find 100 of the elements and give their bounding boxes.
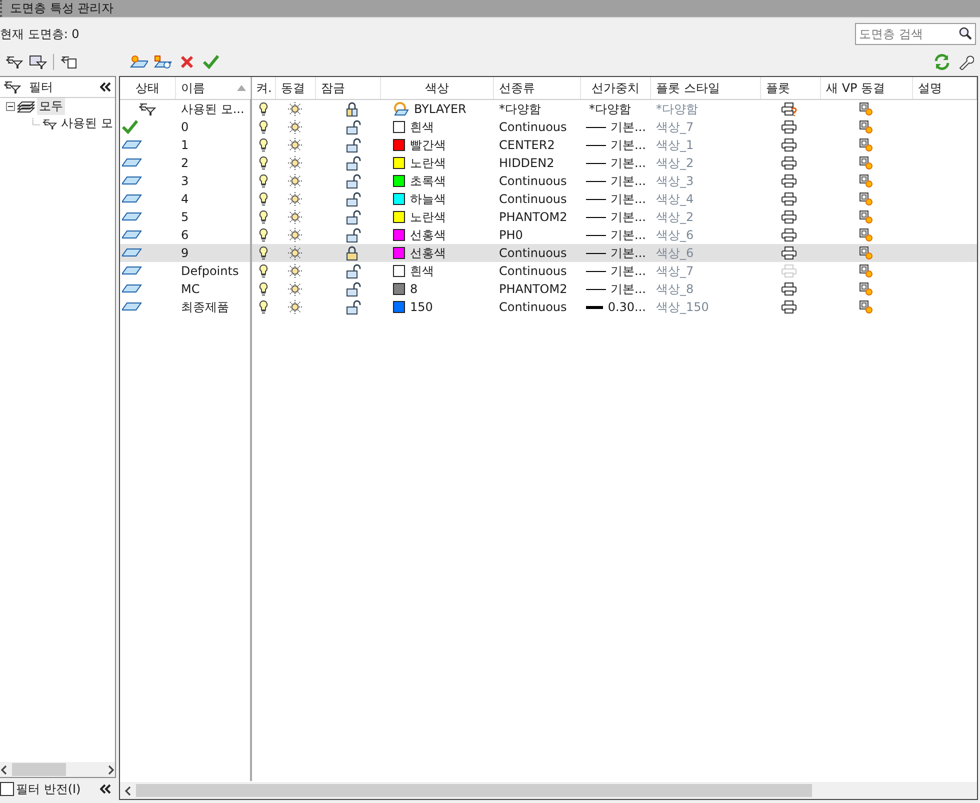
padlock-icon[interactable]	[346, 228, 362, 242]
lightbulb-icon[interactable]	[259, 300, 268, 314]
table-row[interactable]: 9 선홍색 Continuous 기본... 색상_6	[120, 244, 977, 262]
sun-icon[interactable]	[288, 210, 302, 224]
viewport-sun-icon[interactable]	[859, 228, 873, 242]
sun-icon[interactable]	[288, 156, 302, 170]
color-swatch[interactable]	[393, 265, 405, 277]
column-header[interactable]: 새 VP 동결	[821, 77, 913, 99]
tree-item[interactable]: 모두	[37, 98, 65, 115]
tree-item[interactable]: 사용된 모	[59, 115, 115, 132]
viewport-sun-icon[interactable]	[859, 192, 873, 206]
color-swatch[interactable]	[393, 193, 405, 205]
scroll-left-icon[interactable]	[0, 764, 8, 774]
color-swatch[interactable]	[393, 175, 405, 187]
lightbulb-icon[interactable]	[259, 102, 268, 116]
column-header[interactable]: 동결	[276, 77, 316, 99]
sun-icon[interactable]	[288, 264, 302, 278]
scroll-left-icon[interactable]	[124, 786, 132, 796]
viewport-sun-icon[interactable]	[859, 156, 873, 170]
lightbulb-icon[interactable]	[259, 174, 268, 188]
search-icon[interactable]	[959, 27, 972, 40]
scrollbar-thumb[interactable]	[12, 763, 66, 776]
color-swatch[interactable]	[393, 211, 405, 223]
column-header[interactable]: 상태	[120, 77, 176, 99]
printer-icon[interactable]	[781, 156, 797, 170]
padlock-icon[interactable]	[346, 174, 362, 188]
lightbulb-icon[interactable]	[259, 156, 268, 170]
column-header[interactable]: 플롯	[761, 77, 821, 99]
printer-icon[interactable]	[781, 300, 797, 314]
padlock-icon[interactable]	[346, 300, 362, 314]
sun-icon[interactable]	[288, 120, 302, 134]
padlock-icon[interactable]	[346, 264, 362, 278]
printer-icon[interactable]	[781, 228, 797, 242]
table-row[interactable]: 2 노란색 HIDDEN2 기본... 색상_2	[120, 154, 977, 172]
lightbulb-icon[interactable]	[259, 210, 268, 224]
collapse-icon[interactable]	[100, 82, 112, 92]
table-row[interactable]: 0 흰색 Continuous 기본... 색상_7	[120, 118, 977, 136]
table-row[interactable]: 최종제품 150 Continuous 0.30... 색상_150	[120, 298, 977, 316]
collapse-node-icon[interactable]	[6, 102, 15, 111]
padlock-icon[interactable]	[346, 282, 362, 296]
color-swatch[interactable]	[393, 283, 405, 295]
color-swatch[interactable]	[393, 301, 405, 313]
lightbulb-icon[interactable]	[259, 228, 268, 242]
invert-filter-checkbox[interactable]	[0, 782, 14, 796]
printer-icon[interactable]	[781, 282, 797, 296]
padlock-icon[interactable]	[346, 138, 362, 152]
table-row[interactable]: Defpoints 흰색 Continuous 기본... 색상_7	[120, 262, 977, 280]
table-row[interactable]: 6 선홍색 PH0 기본... 색상_6	[120, 226, 977, 244]
color-swatch[interactable]	[393, 121, 405, 133]
viewport-sun-icon[interactable]	[859, 210, 873, 224]
lightbulb-icon[interactable]	[259, 120, 268, 134]
printer-icon[interactable]	[781, 210, 797, 224]
color-swatch[interactable]	[393, 157, 405, 169]
sun-icon[interactable]	[288, 138, 302, 152]
viewport-sun-icon[interactable]	[859, 120, 873, 134]
set-current-button[interactable]	[201, 52, 221, 72]
column-header[interactable]: 잠금	[316, 77, 381, 99]
table-row[interactable]: 4 하늘색 Continuous 기본... 색상_4	[120, 190, 977, 208]
viewport-sun-icon[interactable]	[859, 264, 873, 278]
sun-icon[interactable]	[288, 282, 302, 296]
lightbulb-icon[interactable]	[259, 192, 268, 206]
viewport-sun-icon[interactable]	[859, 282, 873, 296]
printer-icon[interactable]	[781, 138, 797, 152]
sun-icon[interactable]	[288, 300, 302, 314]
sun-icon[interactable]	[288, 192, 302, 206]
printer-icon[interactable]	[781, 174, 797, 188]
printer-icon[interactable]	[781, 192, 797, 206]
padlock-icon[interactable]	[346, 210, 362, 224]
viewport-sun-icon[interactable]	[859, 246, 873, 260]
sun-icon[interactable]	[288, 246, 302, 260]
column-header[interactable]: 색상	[381, 77, 494, 99]
printer-icon[interactable]	[781, 102, 797, 116]
sun-icon[interactable]	[288, 228, 302, 242]
table-row[interactable]: 3 초록색 Continuous 기본... 색상_3	[120, 172, 977, 190]
column-header[interactable]: 이름	[176, 77, 251, 99]
table-row[interactable]: 5 노란색 PHANTOM2 기본... 색상_2	[120, 208, 977, 226]
table-row[interactable]: 1 빨간색 CENTER2 기본... 색상_1	[120, 136, 977, 154]
color-swatch[interactable]	[393, 139, 405, 151]
padlock-icon[interactable]	[346, 120, 362, 134]
viewport-sun-icon[interactable]	[859, 102, 873, 116]
lightbulb-icon[interactable]	[259, 138, 268, 152]
lightbulb-icon[interactable]	[259, 282, 268, 296]
column-header[interactable]: 선가중치	[581, 77, 651, 99]
sun-icon[interactable]	[288, 102, 302, 116]
scroll-right-icon[interactable]	[107, 764, 115, 774]
table-row[interactable]: MC 8 PHANTOM2 기본... 색상_8	[120, 280, 977, 298]
column-header[interactable]: 선종류	[494, 77, 581, 99]
sun-icon[interactable]	[288, 174, 302, 188]
column-header[interactable]: 켜.	[251, 77, 276, 99]
collapse-icon[interactable]	[100, 784, 112, 794]
lightbulb-icon[interactable]	[259, 246, 268, 260]
table-row[interactable]: 사용된 모... BYLAYER *다양함 *다양함 *다양함	[120, 100, 977, 118]
viewport-sun-icon[interactable]	[859, 138, 873, 152]
column-header[interactable]: 설명	[913, 77, 977, 99]
search-field[interactable]: 도면층 검색	[855, 23, 976, 45]
printer-icon[interactable]	[781, 120, 797, 134]
color-swatch[interactable]	[393, 229, 405, 241]
padlock-icon[interactable]	[346, 192, 362, 206]
lightbulb-icon[interactable]	[259, 264, 268, 278]
scrollbar-thumb[interactable]	[136, 784, 812, 797]
